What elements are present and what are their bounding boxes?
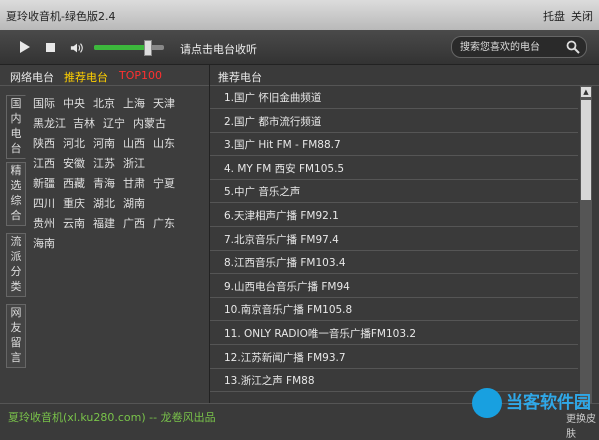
region-item[interactable]: 贵州 [33,215,55,231]
region-item[interactable]: 内蒙古 [133,115,166,131]
station-name: 13.浙江之声 FM88 [224,375,315,388]
tab-network[interactable]: 网络电台 [10,69,54,85]
station-name: 10.南京音乐广播 FM105.8 [224,304,353,317]
station-row[interactable]: 11. ONLY RADIO唯一音乐广播FM103.2 [210,322,578,345]
watermark-logo: 当客软件园 [466,386,596,428]
region-item[interactable]: 湖北 [93,195,115,211]
toolbar: 请点击电台收听 [0,30,599,65]
title-bar: 夏玲收音机-绿色版2.4 托盘 关闭 [0,0,599,30]
tab-recommended[interactable]: 推荐电台 [64,69,108,85]
station-list: 1.国广 怀旧金曲频道 2.国广 都市流行频道 3.国广 Hit FM - FM88… [210,86,580,403]
region-item[interactable]: 甘肃 [123,175,145,191]
region-item[interactable]: 上海 [123,95,145,111]
station-name: 6.天津相声广播 FM92.1 [224,210,339,222]
scrollbar[interactable]: ▲ [580,86,592,403]
station-name: 12.江苏新闻广播 FM93.7 [224,351,346,364]
region-item[interactable]: 安徽 [63,155,85,171]
region-item[interactable]: 黑龙江 [33,115,66,131]
app-title: 夏玲收音机-绿色版2.4 [6,10,116,23]
region-item[interactable]: 山西 [123,135,145,151]
station-name: 1.国广 怀旧金曲频道 [224,92,322,104]
region-item[interactable]: 四川 [33,195,55,211]
credit-text: 夏玲收音机(xl.ku280.com) -- 龙卷风出品 [8,411,216,424]
play-icon[interactable] [20,41,30,53]
volume-knob[interactable] [143,40,152,56]
vtab-featured[interactable]: 精选综合 [6,162,26,226]
search-icon[interactable] [566,40,580,54]
region-item[interactable]: 陕西 [33,135,55,151]
station-row[interactable]: 8.江西音乐广播 FM103.4 [210,251,578,275]
station-row[interactable]: 12.江苏新闻广播 FM93.7 [210,346,578,369]
region-item[interactable]: 北京 [93,95,115,111]
region-item[interactable]: 吉林 [73,115,95,131]
station-row[interactable]: 2.国广 都市流行频道 [210,110,578,133]
station-name: 3.国广 Hit FM - FM88.7 [224,139,341,152]
station-name: 8.江西音乐广播 FM103.4 [224,257,346,270]
vtab-domestic[interactable]: 国内电台 [6,95,26,159]
tab-top100[interactable]: TOP100 [119,69,162,82]
region-item[interactable]: 新疆 [33,175,55,191]
search-box [451,36,587,58]
region-item[interactable]: 重庆 [63,195,85,211]
station-row[interactable]: 1.国广 怀旧金曲频道 [210,86,578,109]
scroll-up-icon[interactable]: ▲ [581,87,591,97]
region-item[interactable]: 福建 [93,215,115,231]
region-item[interactable]: 江西 [33,155,55,171]
right-panel: 推荐电台 1.国广 怀旧金曲频道 2.国广 都市流行频道 3.国广 Hit FM -… [210,65,599,403]
region-item[interactable]: 青海 [93,175,115,191]
station-row[interactable]: 10.南京音乐广播 FM105.8 [210,298,578,322]
stop-icon[interactable] [46,43,55,52]
station-name: 11. ONLY RADIO唯一音乐广播FM103.2 [224,328,417,340]
region-item[interactable]: 山东 [153,135,175,151]
station-row[interactable]: 9.山西电台音乐广播 FM94 [210,275,578,298]
station-name: 2.国广 都市流行频道 [224,115,322,128]
left-tabs: 网络电台 推荐电台 TOP100 [0,65,209,86]
station-name: 4. MY FM 西安 FM105.5 [224,162,345,175]
status-text: 请点击电台收听 [180,43,257,56]
station-row[interactable]: 5.中广 音乐之声 [210,180,578,204]
watermark-text: 当客软件园 [506,393,591,413]
region-item[interactable]: 辽宁 [103,115,125,131]
left-panel: 网络电台 推荐电台 TOP100 国内电台 精选综合 流派分类 网友留言 国际中… [0,65,210,403]
station-name: 7.北京音乐广播 FM97.4 [224,233,339,246]
station-row[interactable]: 7.北京音乐广播 FM97.4 [210,228,578,251]
vtab-genre[interactable]: 流派分类 [6,233,26,297]
region-item[interactable]: 河北 [63,135,85,151]
region-item[interactable]: 国际 [33,95,55,111]
region-item[interactable]: 广西 [123,215,145,231]
volume-slider[interactable] [94,40,164,56]
list-header-title: 推荐电台 [218,71,262,84]
vtab-messages[interactable]: 网友留言 [6,304,26,368]
station-row[interactable]: 6.天津相声广播 FM92.1 [210,204,578,227]
region-item[interactable]: 江苏 [93,155,115,171]
station-row[interactable]: 4. MY FM 西安 FM105.5 [210,157,578,180]
watermark-circle-icon [472,388,502,418]
region-item[interactable]: 宁夏 [153,175,175,191]
region-item[interactable]: 云南 [63,215,85,231]
region-item[interactable]: 广东 [153,215,175,231]
region-item[interactable]: 浙江 [123,155,145,171]
region-item[interactable]: 海南 [33,235,55,251]
region-item[interactable]: 中央 [63,95,85,111]
station-name: 5.中广 音乐之声 [224,186,301,199]
volume-icon[interactable] [70,41,84,55]
station-row[interactable]: 3.国广 Hit FM - FM88.7 [210,133,578,157]
list-header: 推荐电台 [210,65,599,86]
scroll-thumb[interactable] [581,100,591,200]
region-item[interactable]: 天津 [153,95,175,111]
region-item[interactable]: 西藏 [63,175,85,191]
station-name: 9.山西电台音乐广播 FM94 [224,280,350,293]
search-input[interactable] [458,39,566,56]
volume-fill [94,45,147,50]
close-button[interactable]: 关闭 [571,8,593,24]
tray-button[interactable]: 托盘 [543,8,565,24]
region-item[interactable]: 湖南 [123,195,145,211]
region-item[interactable]: 河南 [93,135,115,151]
